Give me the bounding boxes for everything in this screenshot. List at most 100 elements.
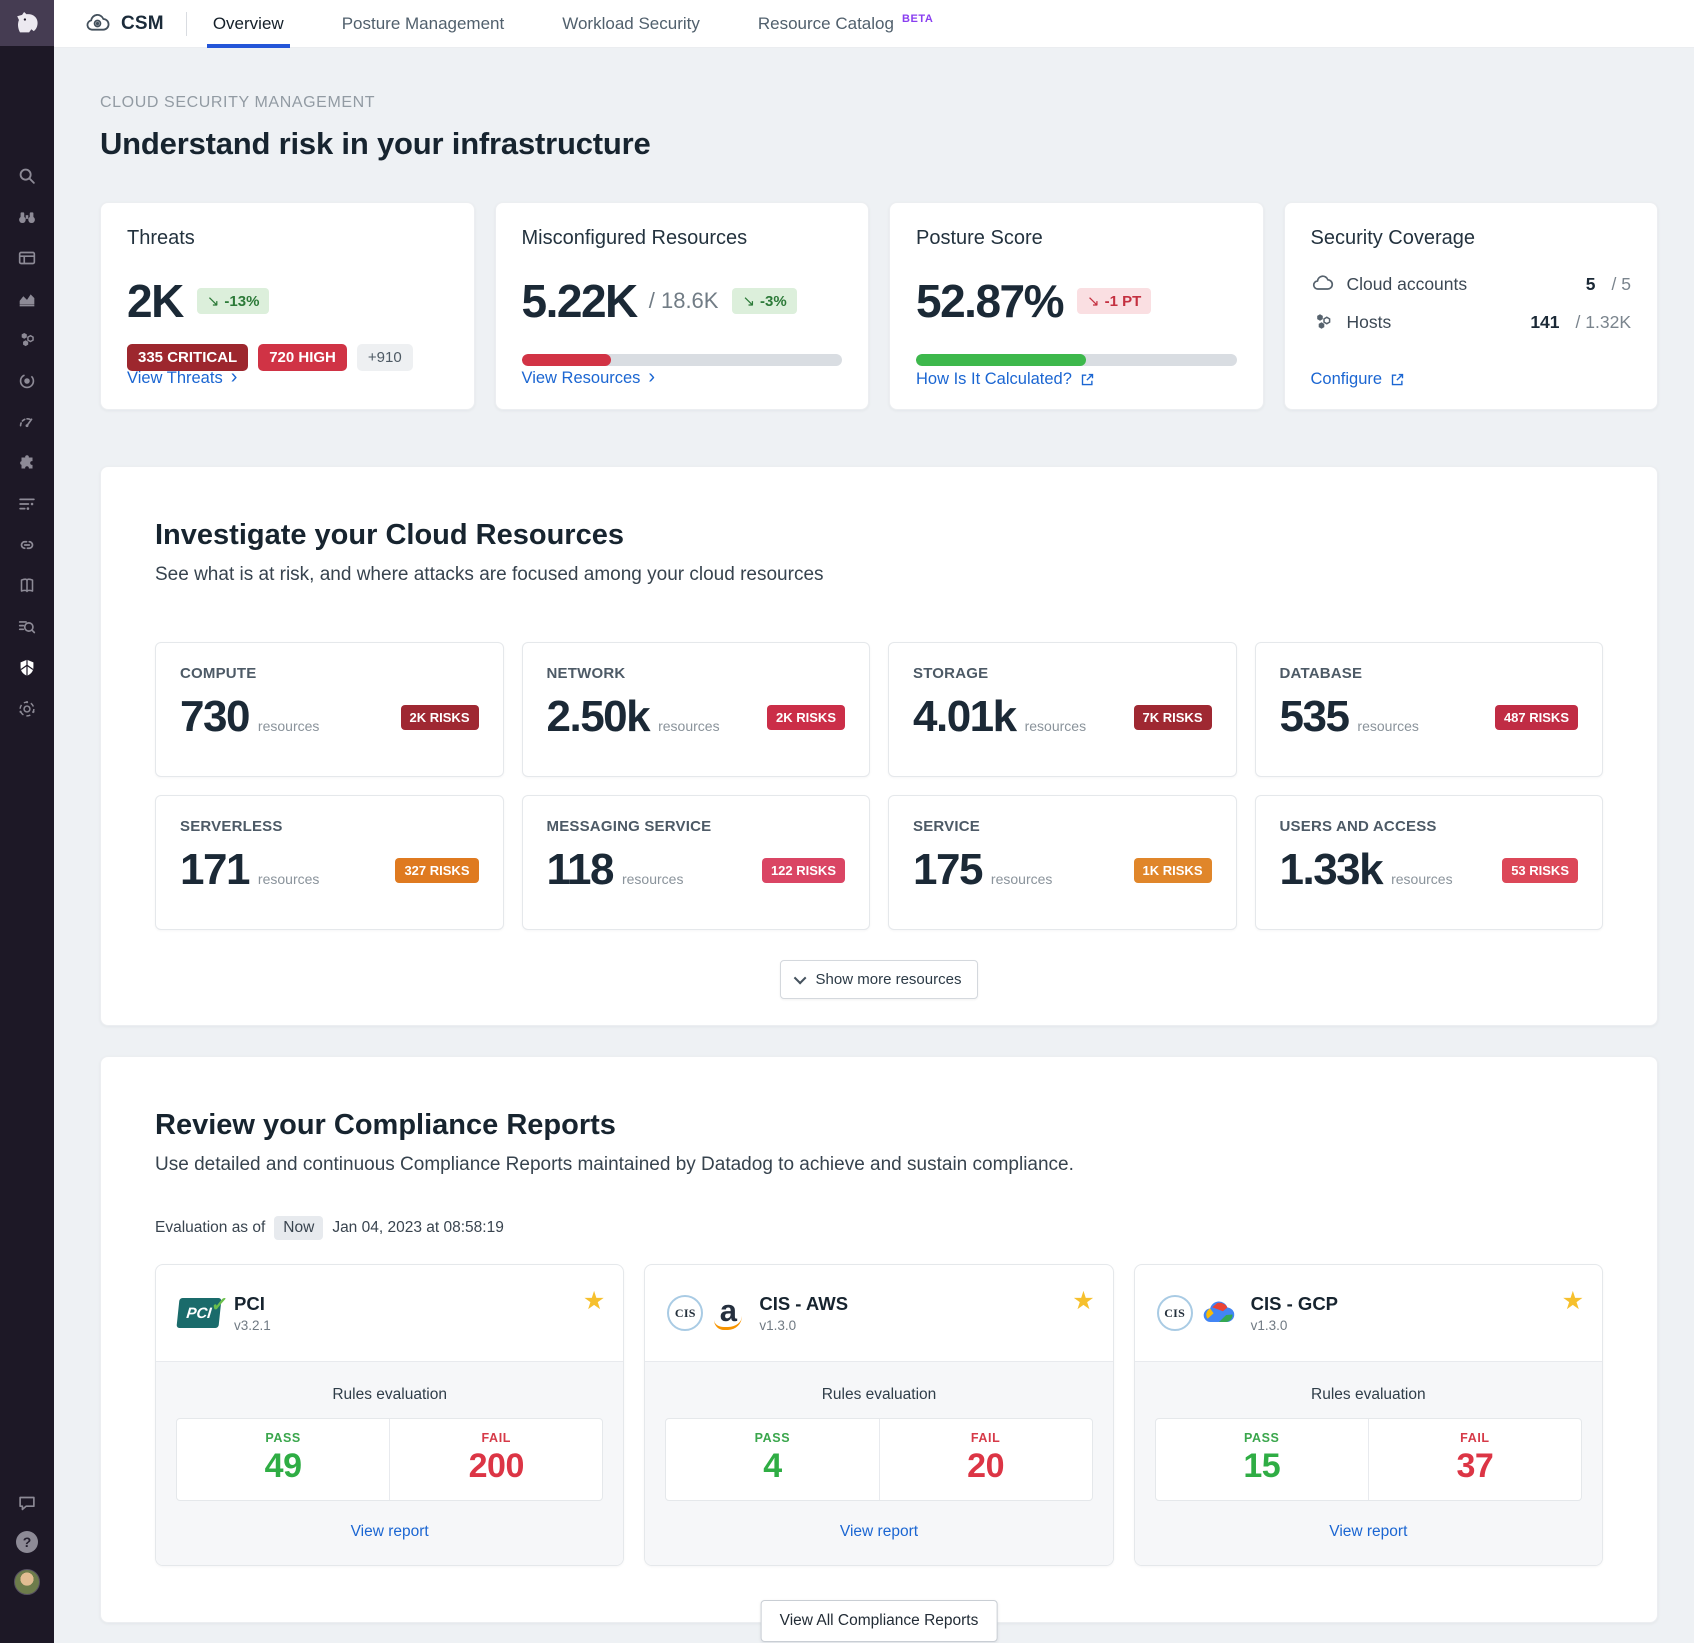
fail-count: 20 bbox=[880, 1447, 1092, 1486]
favorite-star-icon[interactable] bbox=[1072, 1289, 1094, 1314]
compliance-cards-row: PCI PCI v3.2.1 Rules evaluation P bbox=[155, 1264, 1603, 1566]
pass-fail-box: PASS 49 FAIL 200 bbox=[176, 1418, 603, 1501]
risk-badge: 1K RISKS bbox=[1134, 858, 1212, 883]
view-all-compliance-reports-button[interactable]: View All Compliance Reports bbox=[761, 1600, 998, 1642]
top-nav: CSM Overview Posture Management Workload… bbox=[54, 0, 1694, 48]
apm-target-icon[interactable] bbox=[15, 369, 39, 393]
fail-count: 37 bbox=[1369, 1447, 1581, 1486]
view-report-link[interactable]: View report bbox=[840, 1523, 918, 1541]
infrastructure-hexagons-icon[interactable] bbox=[15, 328, 39, 352]
resource-tile-service[interactable]: SERVICE 175 resources 1K RISKS bbox=[888, 795, 1237, 930]
view-threats-link[interactable]: View Threats bbox=[127, 368, 237, 389]
risk-badge: 122 RISKS bbox=[762, 858, 845, 883]
how-calculated-link[interactable]: How Is It Calculated? bbox=[916, 370, 1095, 389]
integrations-puzzle-icon[interactable] bbox=[15, 451, 39, 475]
link-label: View Threats bbox=[127, 369, 223, 388]
sidebar-nav bbox=[15, 164, 39, 721]
favorite-star-icon[interactable] bbox=[1562, 1289, 1584, 1314]
pass-fail-box: PASS 15 FAIL 37 bbox=[1155, 1418, 1582, 1501]
threats-count: 2K bbox=[127, 274, 183, 328]
help-icon[interactable] bbox=[16, 1531, 38, 1553]
fail-label: FAIL bbox=[1369, 1431, 1581, 1445]
trend-badge: -13% bbox=[197, 288, 270, 314]
datadog-logo[interactable] bbox=[0, 0, 54, 46]
link-label: View Resources bbox=[522, 369, 641, 388]
log-pipelines-icon[interactable] bbox=[15, 492, 39, 516]
audit-trail-icon[interactable] bbox=[15, 615, 39, 639]
compliance-card-cis-aws: CIS a CIS - AWS v1.3.0 Rules evaluation bbox=[644, 1264, 1113, 1566]
gauge-icon[interactable] bbox=[15, 410, 39, 434]
tile-count: 1.33k bbox=[1280, 845, 1383, 895]
aws-logo-text: a bbox=[720, 1295, 737, 1331]
cis-logo-text: CIS bbox=[675, 1306, 696, 1321]
misconfigured-resources-card: Misconfigured Resources 5.22K / 18.6K -3… bbox=[495, 202, 870, 410]
view-resources-link[interactable]: View Resources bbox=[522, 368, 656, 389]
risk-badge: 2K RISKS bbox=[767, 705, 845, 730]
notebooks-icon[interactable] bbox=[15, 574, 39, 598]
product-name: CSM bbox=[121, 13, 164, 35]
resource-tile-network[interactable]: NETWORK 2.50k resources 2K RISKS bbox=[522, 642, 871, 777]
card-title: Posture Score bbox=[916, 227, 1237, 250]
tile-unit: resources bbox=[1391, 871, 1452, 887]
coverage-rows: Cloud accounts 5 / 5 Hosts 141 / 1.32K bbox=[1311, 272, 1632, 334]
resource-tile-storage[interactable]: STORAGE 4.01k resources 7K RISKS bbox=[888, 642, 1237, 777]
pci-logo: PCI bbox=[176, 1298, 221, 1328]
resource-tile-serverless[interactable]: SERVERLESS 171 resources 327 RISKS bbox=[155, 795, 504, 930]
resource-tile-compute[interactable]: COMPUTE 730 resources 2K RISKS bbox=[155, 642, 504, 777]
view-report-link[interactable]: View report bbox=[1329, 1523, 1407, 1541]
fail-count: 200 bbox=[390, 1447, 602, 1486]
sidebar bbox=[0, 0, 54, 1643]
tile-label: STORAGE bbox=[913, 665, 1212, 682]
view-report-link[interactable]: View report bbox=[351, 1523, 429, 1541]
show-more-resources-button[interactable]: Show more resources bbox=[780, 960, 979, 999]
security-shield-icon[interactable] bbox=[15, 656, 39, 680]
nav-tabs: Overview Posture Management Workload Sec… bbox=[213, 0, 934, 48]
watchdog-binoculars-icon[interactable] bbox=[15, 205, 39, 229]
progress-bar-fill bbox=[916, 354, 1086, 366]
risk-badge: 53 RISKS bbox=[1502, 858, 1578, 883]
resource-tile-database[interactable]: DATABASE 535 resources 487 RISKS bbox=[1255, 642, 1604, 777]
framework-name: CIS - AWS bbox=[759, 1293, 848, 1315]
cis-logo: CIS bbox=[667, 1295, 703, 1331]
tab-posture-management[interactable]: Posture Management bbox=[342, 0, 505, 48]
posture-score-card: Posture Score 52.87% -1 PT How Is It Cal… bbox=[889, 202, 1264, 410]
tile-count: 2.50k bbox=[547, 692, 650, 742]
ci-link-icon[interactable] bbox=[15, 533, 39, 557]
tile-label: NETWORK bbox=[547, 665, 846, 682]
tile-count: 171 bbox=[180, 845, 249, 895]
cis-logo-text: CIS bbox=[1164, 1306, 1185, 1321]
evaluation-date: Jan 04, 2023 at 08:58:19 bbox=[332, 1219, 504, 1237]
favorite-star-icon[interactable] bbox=[583, 1289, 605, 1314]
section-eyebrow: CLOUD SECURITY MANAGEMENT bbox=[100, 94, 1658, 112]
csm-cloud-icon bbox=[84, 10, 111, 37]
support-chat-icon[interactable] bbox=[15, 1491, 39, 1515]
investigate-section: Investigate your Cloud Resources See wha… bbox=[100, 466, 1658, 1026]
resource-tile-messaging-service[interactable]: MESSAGING SERVICE 118 resources 122 RISK… bbox=[522, 795, 871, 930]
tile-count: 535 bbox=[1280, 692, 1349, 742]
high-badge: 720 HIGH bbox=[258, 344, 347, 371]
nav-divider bbox=[186, 12, 187, 36]
dashboards-icon[interactable] bbox=[15, 246, 39, 270]
resource-tile-users-and-access[interactable]: USERS AND ACCESS 1.33k resources 53 RISK… bbox=[1255, 795, 1604, 930]
metrics-icon[interactable] bbox=[15, 287, 39, 311]
section-title: Investigate your Cloud Resources bbox=[155, 519, 1603, 552]
misconfigured-total: / 18.6K bbox=[649, 288, 719, 314]
section-subtitle: See what is at risk, and where attacks a… bbox=[155, 564, 1603, 586]
pass-label: PASS bbox=[1156, 1431, 1368, 1445]
coverage-label: Cloud accounts bbox=[1347, 274, 1468, 295]
tab-workload-security[interactable]: Workload Security bbox=[562, 0, 700, 48]
coverage-value: 5 bbox=[1586, 274, 1596, 295]
tab-overview[interactable]: Overview bbox=[213, 0, 284, 48]
fail-label: FAIL bbox=[390, 1431, 602, 1445]
tab-resource-catalog[interactable]: Resource CatalogBETA bbox=[758, 0, 934, 48]
user-avatar[interactable] bbox=[14, 1569, 40, 1595]
search-icon[interactable] bbox=[15, 164, 39, 188]
pass-count: 49 bbox=[177, 1447, 389, 1486]
network-globe-icon[interactable] bbox=[15, 697, 39, 721]
tile-unit: resources bbox=[258, 718, 319, 734]
framework-name: PCI bbox=[234, 1293, 271, 1315]
configure-link[interactable]: Configure bbox=[1311, 370, 1406, 389]
progress-bar-fill bbox=[522, 354, 612, 366]
chevron-right-icon bbox=[231, 368, 238, 389]
datadog-dog-icon bbox=[12, 9, 42, 37]
